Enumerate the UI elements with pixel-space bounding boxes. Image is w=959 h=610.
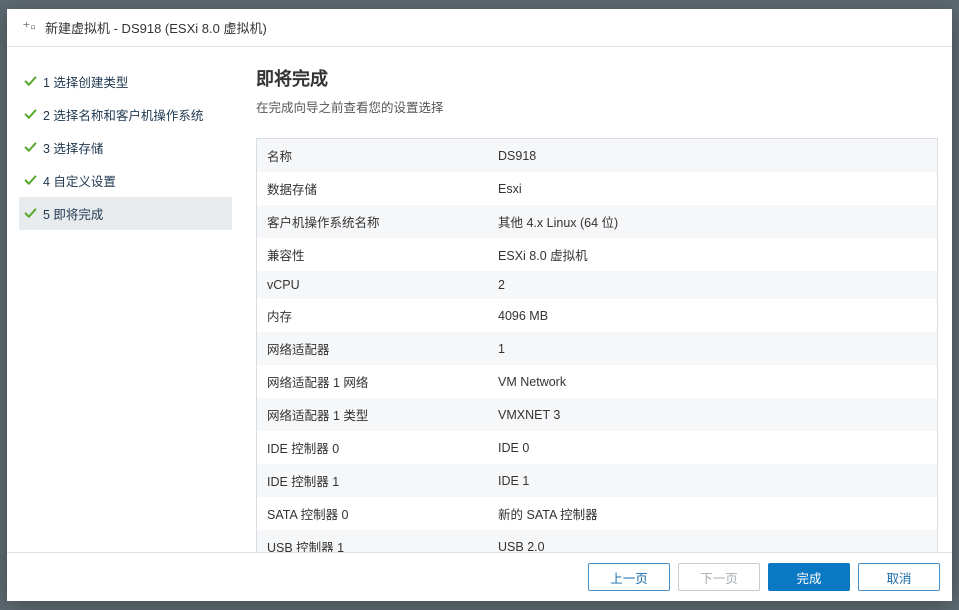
table-row: 兼容性ESXi 8.0 虚拟机 xyxy=(257,238,938,271)
summary-key: 网络适配器 xyxy=(257,332,489,365)
summary-key: SATA 控制器 0 xyxy=(257,497,489,530)
check-icon xyxy=(23,108,37,122)
summary-value: USB 2.0 xyxy=(488,530,937,552)
dialog-body: 1 选择创建类型 2 选择名称和客户机操作系统 3 选择存储 4 自定义设置 xyxy=(7,47,952,552)
dialog-footer: 上一页 下一页 完成 取消 xyxy=(7,552,952,601)
summary-value: 2 xyxy=(488,271,937,299)
summary-value: 新的 SATA 控制器 xyxy=(488,497,937,530)
summary-value: 1 xyxy=(488,332,937,365)
step-1-select-type[interactable]: 1 选择创建类型 xyxy=(19,65,232,98)
summary-table: 名称DS918 数据存储Esxi 客户机操作系统名称其他 4.x Linux (… xyxy=(256,138,938,552)
summary-value: VMXNET 3 xyxy=(488,398,937,431)
check-icon xyxy=(23,207,37,221)
wizard-content: 即将完成 在完成向导之前查看您的设置选择 名称DS918 数据存储Esxi 客户… xyxy=(242,47,952,552)
step-5-ready-complete[interactable]: 5 即将完成 xyxy=(19,197,232,230)
summary-value: IDE 0 xyxy=(488,431,937,464)
table-row: IDE 控制器 1IDE 1 xyxy=(257,464,938,497)
table-row: SATA 控制器 0新的 SATA 控制器 xyxy=(257,497,938,530)
summary-value: 4096 MB xyxy=(488,299,937,332)
summary-value: DS918 xyxy=(488,139,937,173)
step-label: 3 选择存储 xyxy=(43,138,103,157)
check-icon xyxy=(23,174,37,188)
check-icon xyxy=(23,141,37,155)
summary-key: 网络适配器 1 类型 xyxy=(257,398,489,431)
summary-key: IDE 控制器 1 xyxy=(257,464,489,497)
dialog-title: 新建虚拟机 - DS918 (ESXi 8.0 虚拟机) xyxy=(45,18,267,37)
prev-button[interactable]: 上一页 xyxy=(588,563,670,591)
page-subtitle: 在完成向导之前查看您的设置选择 xyxy=(256,97,938,116)
table-row: 内存4096 MB xyxy=(257,299,938,332)
step-label: 5 即将完成 xyxy=(43,204,103,223)
summary-key: 数据存储 xyxy=(257,172,489,205)
summary-key: vCPU xyxy=(257,271,489,299)
summary-key: 兼容性 xyxy=(257,238,489,271)
new-vm-icon: ⁺▫ xyxy=(21,20,37,36)
step-4-customize-settings[interactable]: 4 自定义设置 xyxy=(19,164,232,197)
new-vm-dialog: ⁺▫ 新建虚拟机 - DS918 (ESXi 8.0 虚拟机) 1 选择创建类型… xyxy=(7,9,952,601)
summary-value: 其他 4.x Linux (64 位) xyxy=(488,205,937,238)
summary-key: 客户机操作系统名称 xyxy=(257,205,489,238)
table-row: 网络适配器 1 类型VMXNET 3 xyxy=(257,398,938,431)
table-row: USB 控制器 1USB 2.0 xyxy=(257,530,938,552)
cancel-button[interactable]: 取消 xyxy=(858,563,940,591)
step-3-select-storage[interactable]: 3 选择存储 xyxy=(19,131,232,164)
summary-key: 名称 xyxy=(257,139,489,173)
table-row: 数据存储Esxi xyxy=(257,172,938,205)
table-row: 客户机操作系统名称其他 4.x Linux (64 位) xyxy=(257,205,938,238)
step-label: 4 自定义设置 xyxy=(43,171,116,190)
dialog-header: ⁺▫ 新建虚拟机 - DS918 (ESXi 8.0 虚拟机) xyxy=(7,9,952,47)
page-title: 即将完成 xyxy=(256,65,938,91)
next-button: 下一页 xyxy=(678,563,760,591)
summary-value: IDE 1 xyxy=(488,464,937,497)
summary-key: USB 控制器 1 xyxy=(257,530,489,552)
step-label: 1 选择创建类型 xyxy=(43,72,128,91)
finish-button[interactable]: 完成 xyxy=(768,563,850,591)
table-row: 网络适配器 1 网络VM Network xyxy=(257,365,938,398)
table-row: 名称DS918 xyxy=(257,139,938,173)
wizard-sidebar: 1 选择创建类型 2 选择名称和客户机操作系统 3 选择存储 4 自定义设置 xyxy=(7,47,242,552)
summary-value: ESXi 8.0 虚拟机 xyxy=(488,238,937,271)
summary-key: 网络适配器 1 网络 xyxy=(257,365,489,398)
step-2-select-name-os[interactable]: 2 选择名称和客户机操作系统 xyxy=(19,98,232,131)
step-label: 2 选择名称和客户机操作系统 xyxy=(43,105,203,124)
summary-value: VM Network xyxy=(488,365,937,398)
check-icon xyxy=(23,75,37,89)
table-row: 网络适配器1 xyxy=(257,332,938,365)
table-row: vCPU2 xyxy=(257,271,938,299)
summary-key: 内存 xyxy=(257,299,489,332)
summary-value: Esxi xyxy=(488,172,937,205)
table-row: IDE 控制器 0IDE 0 xyxy=(257,431,938,464)
summary-key: IDE 控制器 0 xyxy=(257,431,489,464)
